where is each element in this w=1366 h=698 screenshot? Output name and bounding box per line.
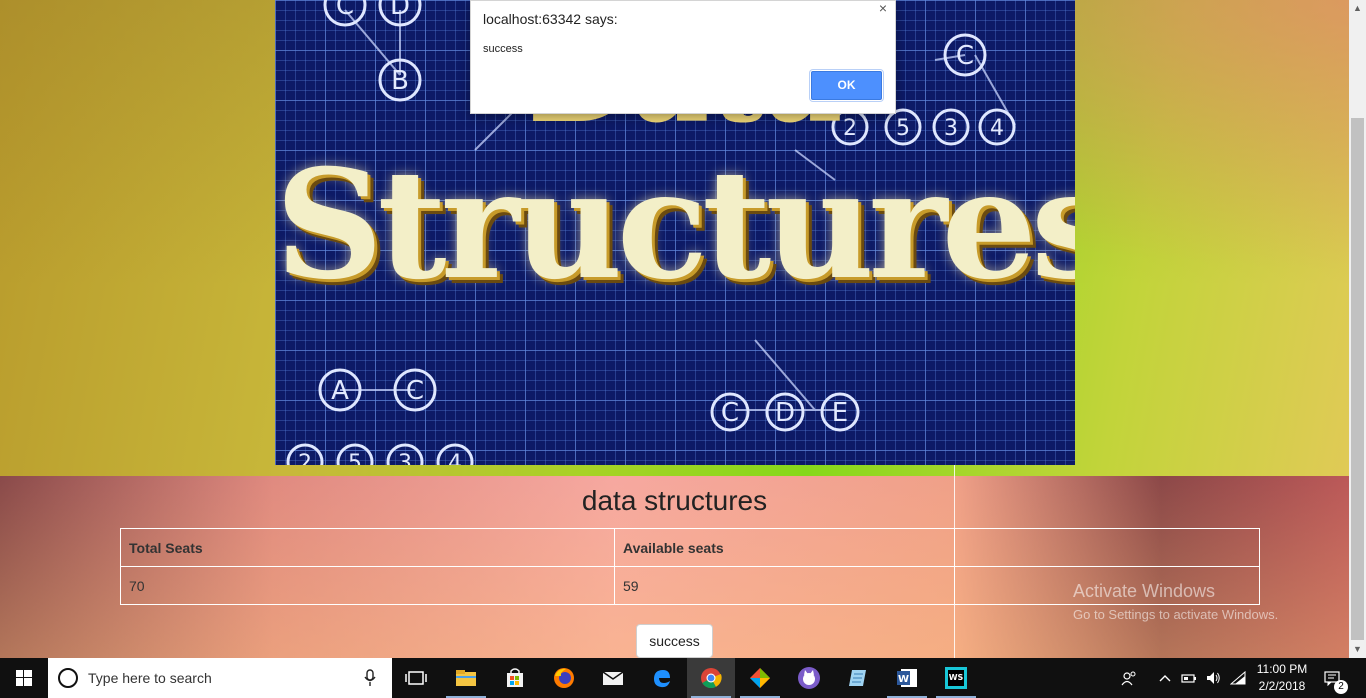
notepad-button[interactable] (834, 658, 882, 698)
edge-icon (654, 670, 670, 688)
banner-digit: 4 (448, 451, 462, 465)
edge-button[interactable] (638, 658, 686, 698)
clock-date: 2/2/2018 (1258, 679, 1306, 693)
task-view-icon (405, 671, 427, 685)
notepad-icon (849, 670, 866, 686)
volume-icon[interactable] (1205, 670, 1221, 686)
alert-ok-button[interactable]: OK (809, 69, 884, 102)
cell-available-seats: 59 (614, 566, 955, 605)
system-clock[interactable]: 11:00 PM 2/2/2018 (1252, 661, 1312, 695)
firefox-button[interactable] (540, 658, 588, 698)
success-button[interactable]: success (636, 624, 713, 658)
svg-text:WS: WS (949, 673, 964, 682)
banner-letter: C (956, 41, 974, 71)
banner-letter: C (406, 376, 424, 406)
github-desktop-button[interactable] (785, 658, 833, 698)
banner-letter: E (832, 398, 848, 428)
svg-text:W: W (898, 674, 909, 685)
activate-windows-title: Activate Windows (1073, 581, 1216, 601)
firefox-icon (554, 668, 574, 688)
folder-icon (456, 670, 476, 686)
mail-icon (602, 671, 624, 685)
word-icon: W (897, 669, 917, 687)
notification-count-badge: 2 (1334, 680, 1348, 694)
store-button[interactable] (491, 658, 539, 698)
banner-digit: 3 (398, 451, 412, 465)
chevron-up-icon[interactable] (1157, 670, 1173, 686)
cell-total-seats: 70 (120, 566, 615, 605)
banner-title: Structures (275, 137, 1075, 313)
microphone-icon[interactable] (364, 669, 376, 687)
webstorm-button[interactable]: WS (932, 658, 980, 698)
banner-letter: D (390, 0, 410, 21)
banner-digit: 2 (298, 451, 312, 465)
banner-letter: C (336, 0, 354, 21)
search-placeholder: Type here to search (88, 670, 212, 686)
chrome-icon (701, 668, 722, 689)
banner-letter: A (331, 376, 349, 406)
windows-taskbar: Type here to search W WS 11:00 PM 2/2/20… (0, 658, 1366, 698)
git-diamond-icon (750, 668, 770, 688)
taskbar-search-box[interactable]: Type here to search (48, 658, 392, 698)
scroll-down-arrow-icon[interactable]: ▼ (1349, 641, 1366, 658)
alert-title: localhost:63342 says: (483, 11, 618, 27)
table-header-row: Total Seats Available seats (120, 528, 1260, 567)
chrome-button[interactable] (687, 658, 735, 698)
close-icon[interactable]: × (875, 1, 891, 17)
alert-dialog: localhost:63342 says: success × OK (470, 0, 896, 114)
vertical-scrollbar[interactable]: ▲ ▼ (1349, 0, 1366, 658)
windows-logo-icon (16, 670, 32, 686)
word-button[interactable]: W (883, 658, 931, 698)
banner-letter: D (775, 398, 795, 428)
header-empty (954, 528, 1260, 567)
wifi-icon[interactable] (1230, 670, 1246, 686)
task-view-button[interactable] (392, 658, 440, 698)
activate-windows-hint: Go to Settings to activate Windows. (1073, 607, 1279, 622)
alert-message: success (483, 43, 523, 55)
mail-button[interactable] (589, 658, 637, 698)
start-button[interactable] (0, 658, 48, 698)
battery-icon[interactable] (1181, 670, 1197, 686)
banner-letter: B (391, 66, 409, 96)
scroll-thumb[interactable] (1351, 118, 1364, 640)
header-available-seats: Available seats (614, 528, 955, 567)
course-title: data structures (581, 485, 768, 516)
webstorm-icon: WS (945, 667, 967, 689)
scroll-up-arrow-icon[interactable]: ▲ (1349, 0, 1366, 17)
github-cat-icon (798, 667, 820, 689)
clock-time: 11:00 PM (1256, 662, 1308, 676)
banner-letter: C (721, 398, 739, 428)
file-explorer-button[interactable] (442, 658, 490, 698)
git-button[interactable] (736, 658, 784, 698)
people-icon[interactable] (1121, 670, 1137, 686)
store-bag-icon (507, 668, 523, 687)
header-total-seats: Total Seats (120, 528, 615, 567)
cortana-icon (58, 668, 78, 688)
banner-digit: 5 (348, 451, 362, 465)
